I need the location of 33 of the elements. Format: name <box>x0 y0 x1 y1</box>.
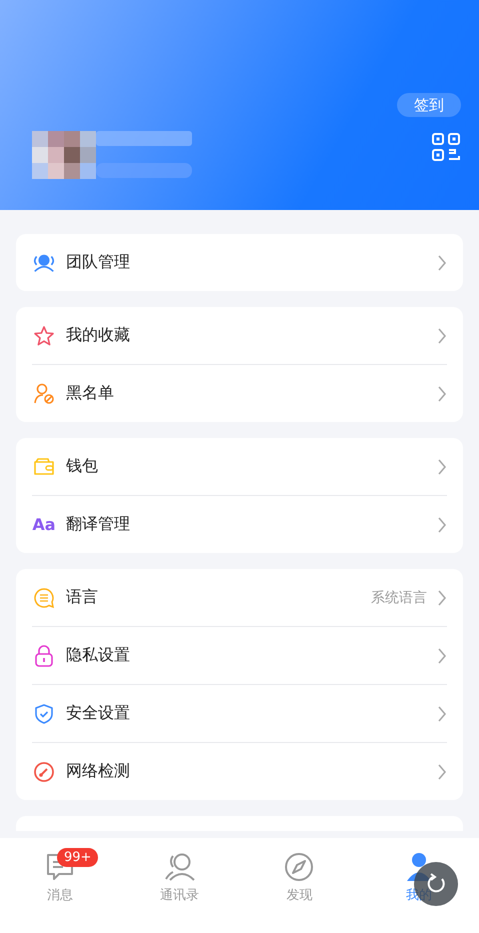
wallet-icon <box>33 456 55 476</box>
chevron-right-icon <box>437 646 447 664</box>
menu-label[interactable]: 安全设置 <box>66 703 427 724</box>
menu-label[interactable]: 我的收藏 <box>66 325 427 346</box>
menu-label[interactable]: 隐私设置 <box>66 645 427 666</box>
tab-bar-item[interactable]: 消息 99+ <box>0 838 120 933</box>
chevron-right-icon <box>437 326 447 344</box>
chevron-right-icon <box>437 458 447 476</box>
menu-label[interactable]: 翻译管理 <box>66 514 427 535</box>
chevron-right-icon <box>437 516 447 534</box>
menu-label[interactable]: 钱包 <box>66 456 427 477</box>
shield-icon <box>34 702 54 724</box>
chevron-right-icon <box>437 704 447 722</box>
speech-bubble-icon <box>33 586 55 608</box>
unread-badge: 99+ <box>57 848 98 867</box>
star-icon <box>33 324 55 346</box>
menu-label[interactable]: 网络检测 <box>66 761 427 782</box>
menu-label[interactable]: 语言 <box>66 587 361 608</box>
qr-code-icon[interactable] <box>431 132 461 162</box>
lock-icon <box>34 644 54 666</box>
chevron-right-icon <box>437 384 447 402</box>
menu-label[interactable]: 团队管理 <box>66 252 427 273</box>
compass-icon <box>284 852 314 882</box>
user-blocked-icon <box>33 382 55 404</box>
setting-value: 系统语言 <box>371 588 427 606</box>
contacts-icon <box>164 852 196 882</box>
gauge-icon <box>33 760 55 782</box>
font-icon: Aa <box>32 515 56 534</box>
menu-label[interactable]: 黑名单 <box>66 383 427 404</box>
team-icon <box>32 252 56 272</box>
chevron-right-icon <box>437 254 447 272</box>
chevron-right-icon <box>437 762 447 780</box>
chevron-right-icon <box>437 588 447 606</box>
